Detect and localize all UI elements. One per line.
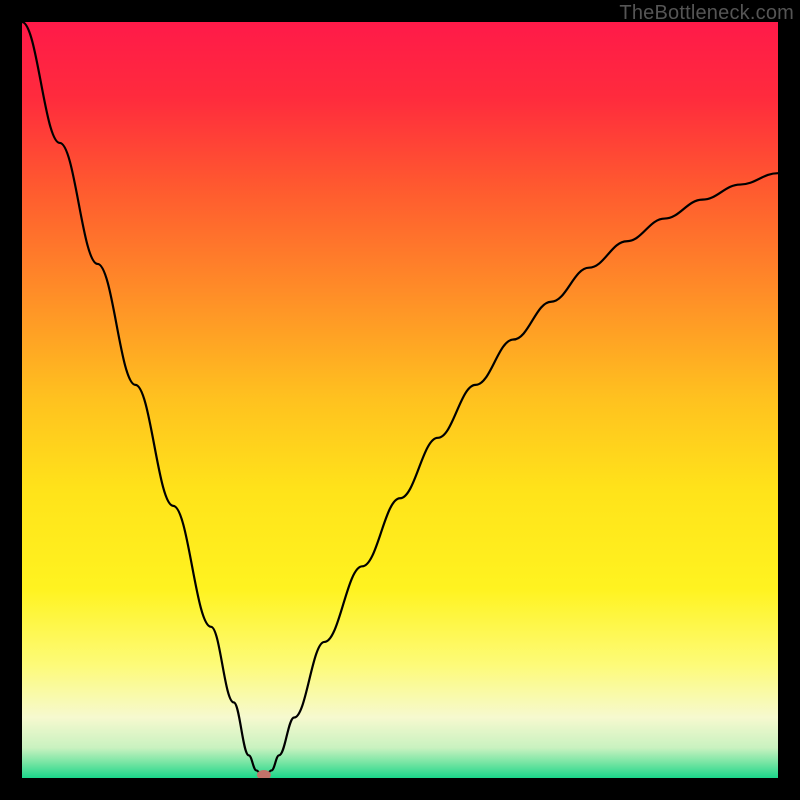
chart-frame — [22, 22, 778, 778]
bottleneck-chart — [22, 22, 778, 778]
chart-background — [22, 22, 778, 778]
watermark-text: TheBottleneck.com — [619, 2, 794, 25]
